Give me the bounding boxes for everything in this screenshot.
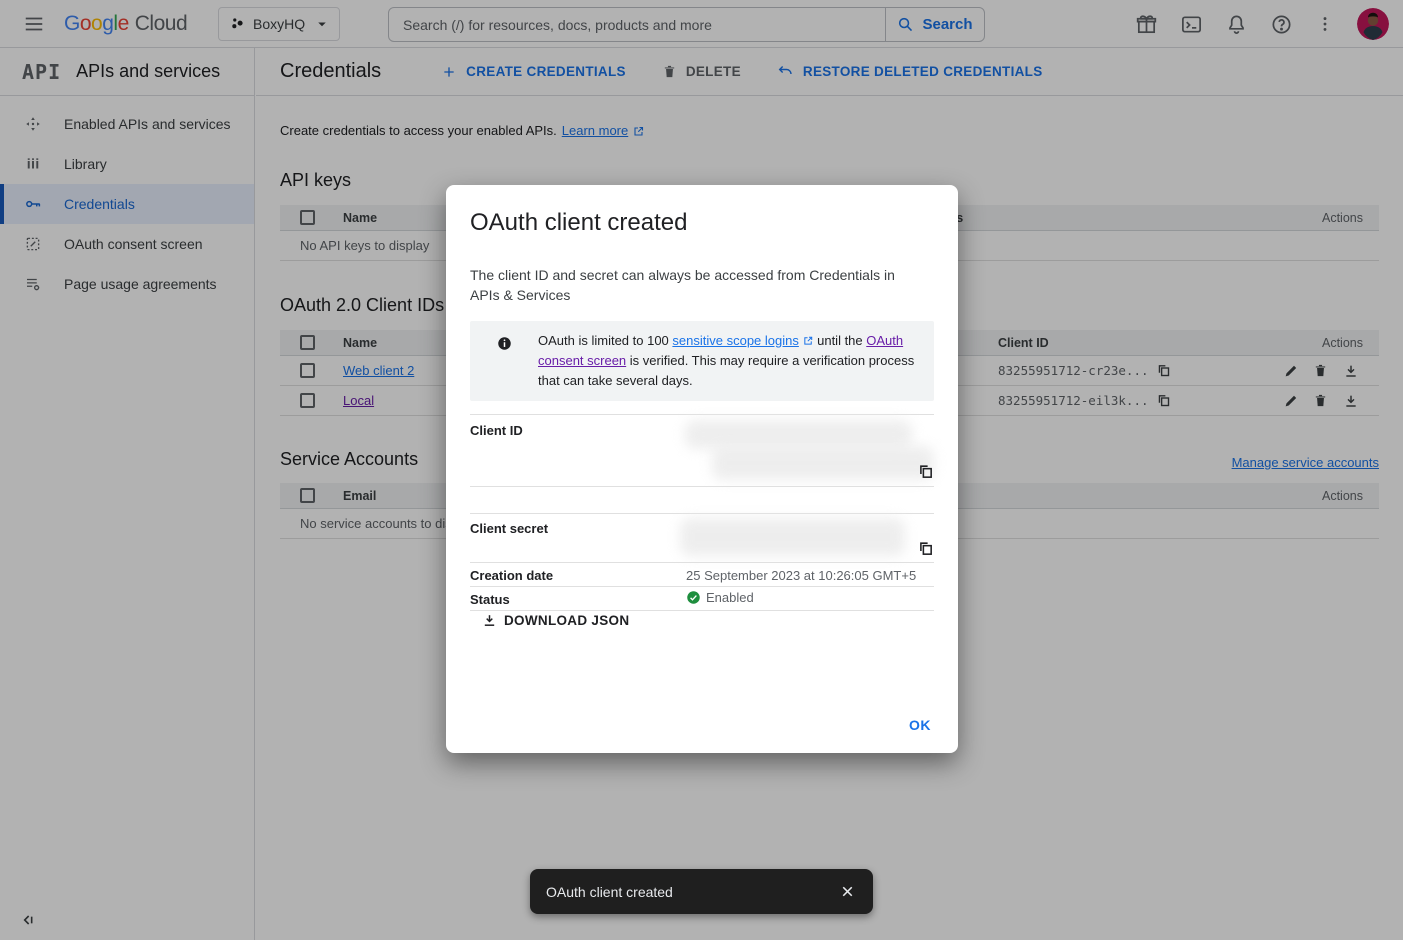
close-icon — [839, 883, 856, 900]
client-id-row: Client ID — [470, 414, 934, 486]
snackbar-close-button[interactable] — [837, 882, 857, 902]
notice-text: OAuth is limited to 100 sensitive scope … — [538, 331, 920, 401]
copy-icon — [917, 540, 934, 557]
google-cloud-console: Google Cloud BoxyHQ Search — [0, 0, 1403, 940]
dialog-body-text: The client ID and secret can always be a… — [470, 265, 918, 305]
snackbar: OAuth client created — [530, 869, 873, 914]
snackbar-message: OAuth client created — [546, 884, 837, 900]
notice-mid: until the — [814, 333, 867, 348]
status-value: Enabled — [706, 590, 754, 605]
creation-date-label: Creation date — [470, 568, 553, 583]
redacted-client-secret — [680, 518, 905, 556]
creation-date-row: Creation date 25 September 2023 at 10:26… — [470, 562, 934, 586]
copy-icon — [917, 463, 934, 480]
status-label: Status — [470, 592, 510, 607]
client-secret-label: Client secret — [470, 521, 548, 536]
oauth-client-created-dialog: OAuth client created The client ID and s… — [446, 185, 958, 753]
client-id-label: Client ID — [470, 423, 523, 438]
ok-button[interactable]: OK — [909, 717, 931, 733]
download-icon — [482, 613, 497, 628]
dialog-title: OAuth client created — [470, 209, 687, 237]
external-link-icon — [803, 335, 814, 346]
row-divider — [470, 486, 934, 513]
copy-client-id-button[interactable] — [917, 463, 934, 480]
client-secret-row: Client secret — [470, 513, 934, 562]
info-icon — [497, 336, 512, 401]
redacted-client-id — [685, 420, 912, 449]
copy-client-secret-button[interactable] — [917, 540, 934, 557]
sensitive-scope-logins-link[interactable]: sensitive scope logins — [672, 333, 798, 348]
status-value-cell: Enabled — [686, 590, 754, 605]
download-json-label: DOWNLOAD JSON — [504, 613, 629, 628]
notice-pre: OAuth is limited to 100 — [538, 333, 672, 348]
creation-date-value: 25 September 2023 at 10:26:05 GMT+5 — [686, 568, 916, 583]
verification-notice: OAuth is limited to 100 sensitive scope … — [470, 321, 934, 401]
redacted-client-id — [712, 446, 934, 480]
download-json-button[interactable]: DOWNLOAD JSON — [482, 613, 629, 628]
status-row: Status Enabled — [470, 586, 934, 610]
check-circle-icon — [686, 590, 701, 605]
row-divider — [470, 610, 934, 611]
